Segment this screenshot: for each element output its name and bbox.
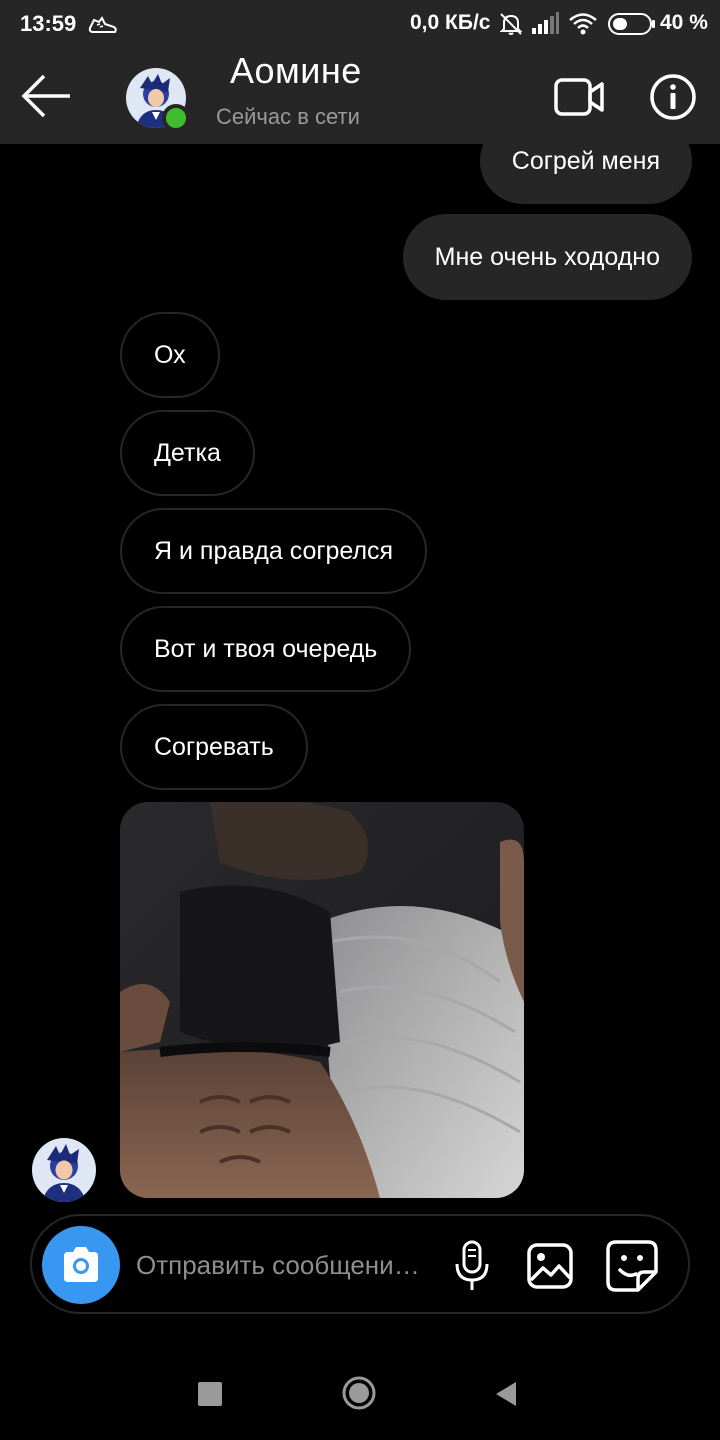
bell-off-icon: [499, 13, 523, 35]
camera-button[interactable]: [42, 1226, 120, 1304]
online-indicator: [162, 104, 190, 132]
contact-name[interactable]: Аомине: [230, 50, 362, 92]
message-incoming[interactable]: Вот и твоя очередь: [120, 606, 412, 692]
sneaker-icon: [88, 16, 117, 33]
presence-status: Сейчас в сети: [216, 104, 360, 129]
sender-avatar[interactable]: [32, 1138, 96, 1202]
sticker-icon[interactable]: [606, 1240, 658, 1292]
message-incoming[interactable]: Ох: [120, 312, 220, 398]
network-speed: 0,0 КБ/с: [410, 11, 491, 34]
message-outgoing[interactable]: Мне очень хододно: [402, 214, 692, 300]
message-outgoing[interactable]: Согрей меня: [479, 118, 692, 204]
status-bar: 13:59 0,0 КБ/с 40 %: [0, 0, 720, 50]
signal-icon: [532, 12, 559, 34]
battery-icon: [608, 13, 655, 35]
back-triangle-icon[interactable]: [494, 1380, 518, 1408]
gallery-icon[interactable]: [526, 1242, 574, 1290]
info-icon[interactable]: [648, 72, 698, 122]
contact-avatar[interactable]: [126, 68, 190, 132]
back-arrow-icon[interactable]: [18, 70, 76, 122]
message-incoming[interactable]: Я и правда согрелся: [120, 508, 428, 594]
battery-percent: 40 %: [660, 11, 708, 34]
system-nav-bar: [0, 1340, 720, 1440]
message-input[interactable]: Отправить сообщени…: [136, 1250, 420, 1281]
camera-icon: [64, 1247, 98, 1282]
video-call-icon[interactable]: [552, 72, 608, 122]
message-incoming[interactable]: Детка: [120, 410, 255, 496]
message-incoming[interactable]: Согревать: [120, 704, 308, 790]
status-time: 13:59: [20, 11, 77, 36]
recents-square-icon[interactable]: [198, 1382, 222, 1406]
message-composer[interactable]: Отправить сообщени…: [30, 1214, 690, 1314]
home-circle-icon[interactable]: [341, 1375, 377, 1411]
message-photo[interactable]: [120, 802, 524, 1198]
wifi-icon: [569, 13, 597, 35]
microphone-icon[interactable]: [452, 1240, 492, 1292]
